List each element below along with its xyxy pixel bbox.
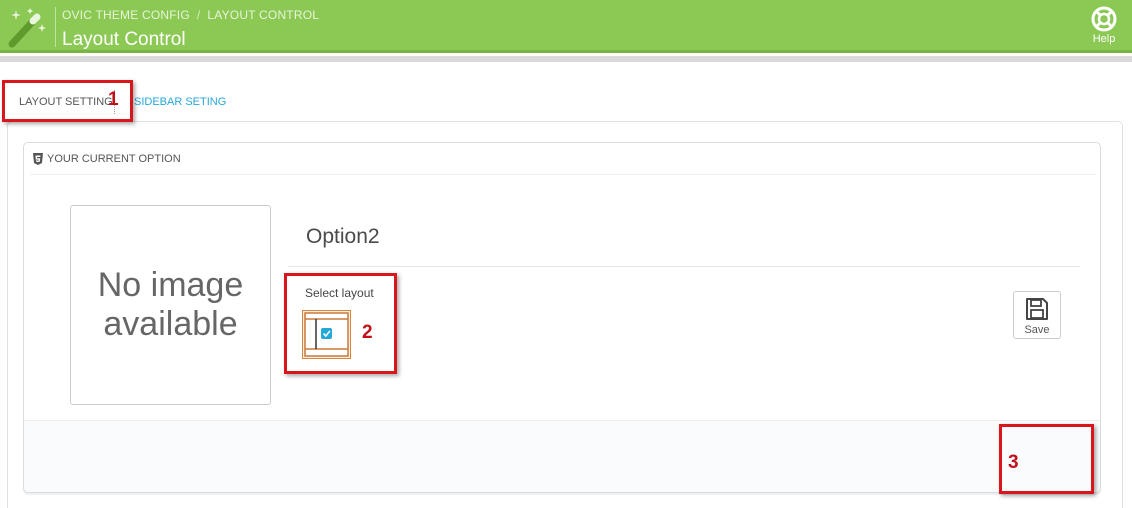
breadcrumb-separator: / (196, 8, 201, 22)
tab-sidebar-setting[interactable]: SIDEBAR SETING (134, 90, 226, 114)
html5-icon (33, 153, 43, 165)
save-button[interactable]: Save (1013, 291, 1061, 339)
no-image-text: No image available (97, 266, 244, 343)
save-label: Save (1024, 324, 1050, 336)
magic-wand-icon (8, 8, 46, 48)
page-header: OVIC THEME CONFIG / LAYOUT CONTROL Layout … (0, 0, 1132, 53)
breadcrumb-item-layout-control[interactable]: LAYOUT CONTROL (207, 8, 319, 22)
help-label: Help (1092, 33, 1116, 45)
panel-heading-divider (30, 174, 1096, 175)
page-title: Layout Control (62, 29, 186, 50)
floppy-disk-icon (1026, 298, 1048, 320)
header-shadow (0, 56, 1132, 62)
panel-heading: YOUR CURRENT OPTION (24, 143, 1100, 176)
page: OVIC THEME CONFIG / LAYOUT CONTROL Layout … (0, 0, 1132, 508)
header-divider (55, 7, 56, 47)
annotation-number-1: 1 (108, 89, 119, 110)
lifebuoy-icon (1091, 6, 1117, 32)
breadcrumb: OVIC THEME CONFIG / LAYOUT CONTROL (62, 8, 319, 22)
current-option-panel: YOUR CURRENT OPTION No image available O… (23, 142, 1101, 493)
annotation-box-2 (284, 273, 397, 374)
panel-title: YOUR CURRENT OPTION (47, 153, 181, 165)
help-button[interactable]: Help (1085, 6, 1123, 50)
option-divider (288, 266, 1080, 267)
panel-footer (24, 420, 1100, 492)
breadcrumb-item-theme-config[interactable]: OVIC THEME CONFIG (62, 8, 190, 22)
annotation-number-3: 3 (1008, 452, 1019, 473)
annotation-number-2: 2 (362, 322, 373, 343)
option-name: Option2 (306, 225, 380, 248)
option-preview-image: No image available (70, 205, 271, 405)
